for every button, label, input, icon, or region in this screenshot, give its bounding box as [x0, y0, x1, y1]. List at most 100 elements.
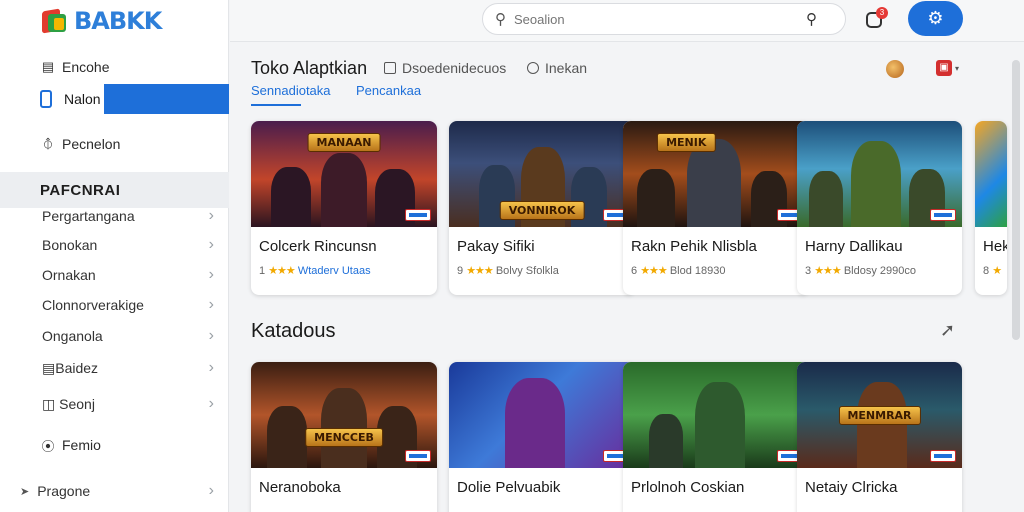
- active-indicator: [104, 84, 229, 114]
- search-input[interactable]: [514, 11, 774, 27]
- app-name: Netaiy Clricka: [805, 479, 898, 496]
- sidebar-section-header: PAFCNRAI: [0, 172, 229, 208]
- compass-icon: ⦽: [43, 136, 53, 151]
- app-card[interactable]: MENIK Rakn Pehik Nlisbla 6 ★★★ Blod 1893…: [623, 121, 809, 295]
- see-more-arrow-icon[interactable]: ➚: [940, 320, 955, 341]
- category-item[interactable]: Ornakan ›: [42, 266, 214, 284]
- game-logo: MANAAN: [307, 133, 381, 152]
- category-label: Clonnorverakige: [42, 297, 144, 313]
- rating-stars: ★: [992, 265, 1002, 277]
- rating-stars: ★★★: [466, 265, 494, 277]
- game-logo: MENCCEB: [305, 428, 383, 447]
- game-logo: MENMRAR: [838, 406, 921, 425]
- app-card[interactable]: MANAAN Colcerk Rincunsn 1 ★★★ Wtaderv Ut…: [251, 121, 437, 295]
- app-name: Prlolnoh Coskian: [631, 479, 745, 496]
- rating-stars: ★★★: [268, 265, 296, 277]
- category-label: Bonokan: [42, 237, 98, 253]
- app-meta: 6 ★★★ Blod 18930: [631, 265, 726, 277]
- app-thumbnail: [449, 362, 635, 468]
- rating-badge: [405, 209, 431, 221]
- circle-icon: [527, 62, 539, 74]
- category-label: ◫ Seonj: [42, 395, 95, 412]
- sidebar-item-pecnelon[interactable]: ⦽ Pecnelon: [40, 136, 121, 152]
- notification-badge: 3: [876, 7, 888, 19]
- logo-text: BABKK: [74, 7, 162, 35]
- list-icon: ▤: [42, 359, 56, 376]
- app-name: Harny Dallikau: [805, 238, 903, 255]
- scrollbar[interactable]: [1012, 60, 1020, 340]
- sidebar-item-femio[interactable]: ⦿ Femio: [40, 437, 101, 454]
- square-icon: [384, 62, 396, 74]
- sidebar-item-label: Nalon: [64, 91, 101, 107]
- app-name: Colcerk Rincunsn: [259, 238, 377, 255]
- sidebar-item-label: Encohe: [62, 59, 110, 75]
- app-thumbnail: MENIK: [623, 121, 809, 227]
- sidebar-item-label: Pecnelon: [62, 136, 121, 152]
- app-thumbnail: MENCCEB: [251, 362, 437, 468]
- rating-badge: [405, 450, 431, 462]
- rating-stars: ★★★: [814, 265, 842, 277]
- sidebar: BABKK ▤ Encohe Nalon ⦽ Pecnelon PAFCNRAI…: [0, 0, 229, 512]
- search-submit-icon[interactable]: ⚲: [806, 10, 817, 28]
- app-meta: 8 ★: [983, 265, 1002, 277]
- app-card[interactable]: Harny Dallikau 3 ★★★ Bldosy 2990co: [797, 121, 962, 295]
- category-item[interactable]: ▤Baidez ›: [42, 359, 214, 377]
- app-card[interactable]: Hek 8 ★: [975, 121, 1007, 295]
- sidebar-item-label: Femio: [62, 437, 101, 453]
- app-meta: 1 ★★★ Wtaderv Utaas: [259, 265, 371, 277]
- phone-icon: [40, 90, 52, 108]
- game-logo: MENIK: [657, 133, 716, 152]
- account-icon: ⚙: [927, 8, 944, 28]
- category-label: Ornakan: [42, 267, 96, 283]
- store-icon: ▤: [41, 59, 55, 74]
- chevron-right-icon: ›: [208, 482, 214, 499]
- chevron-right-icon: ›: [208, 296, 214, 313]
- category-label: ➤ Pragone: [20, 483, 91, 499]
- page-title: Toko Alaptkian: [251, 58, 368, 78]
- tab-pencankaa[interactable]: Pencankaa: [356, 83, 421, 98]
- app-card[interactable]: MENCCEB Neranoboka: [251, 362, 437, 512]
- book-icon: ◫: [42, 395, 60, 412]
- app-card[interactable]: MENMRAR Netaiy Clricka: [797, 362, 962, 512]
- app-card[interactable]: VONNIROK Pakay Sifiki 9 ★★★ Bolvy Sfolkl…: [449, 121, 635, 295]
- app-thumbnail: MANAAN: [251, 121, 437, 227]
- circle-icon: ⦿: [41, 438, 55, 454]
- rating-badge: [930, 209, 956, 221]
- app-thumbnail: [623, 362, 809, 468]
- category-item[interactable]: Pergartangana ›: [42, 207, 214, 225]
- search-icon: ⚲: [495, 11, 506, 28]
- app-thumbnail: [797, 121, 962, 227]
- search-bar[interactable]: ⚲ ⚲: [482, 3, 846, 35]
- chevron-right-icon: ›: [208, 236, 214, 253]
- chevron-right-icon: ›: [208, 266, 214, 283]
- app-logo[interactable]: BABKK: [40, 6, 162, 36]
- avatar[interactable]: [886, 60, 904, 78]
- category-label: ▤Baidez: [42, 359, 99, 376]
- toolbar-link-1[interactable]: Dsoedenidecuos: [384, 60, 506, 76]
- game-logo: VONNIROK: [499, 201, 585, 220]
- dropdown-icon[interactable]: ▾: [955, 64, 959, 73]
- arrow-icon: ➤: [20, 485, 30, 498]
- rating-badge: [930, 450, 956, 462]
- chevron-right-icon: ›: [208, 395, 214, 412]
- sidebar-item-encohe[interactable]: ▤ Encohe: [40, 59, 110, 75]
- tab-indicator: [251, 104, 301, 106]
- category-item[interactable]: Clonnorverakige ›: [42, 296, 214, 314]
- account-button[interactable]: ⚙: [908, 1, 963, 36]
- toolbar-link-2[interactable]: Inekan: [527, 60, 587, 76]
- app-card[interactable]: Dolie Pelvuabik: [449, 362, 635, 512]
- sidebar-item-nalon[interactable]: Nalon: [34, 84, 229, 114]
- app-card[interactable]: Prlolnoh Coskian: [623, 362, 809, 512]
- category-item[interactable]: ◫ Seonj ›: [42, 395, 214, 413]
- app-name: Hek: [983, 238, 1007, 255]
- gift-icon[interactable]: ▣: [936, 60, 952, 76]
- sidebar-item-pragone[interactable]: ➤ Pragone ›: [20, 482, 214, 500]
- tab-sennadiotaka[interactable]: Sennadiotaka: [251, 83, 331, 98]
- toolbar-label: Dsoedenidecuos: [402, 60, 507, 76]
- category-item[interactable]: Bonokan ›: [42, 236, 214, 254]
- notification-button[interactable]: 3: [864, 6, 888, 30]
- app-name: Dolie Pelvuabik: [457, 479, 561, 496]
- category-item[interactable]: Onganola ›: [42, 327, 214, 345]
- chevron-right-icon: ›: [208, 327, 214, 344]
- chevron-right-icon: ›: [208, 207, 214, 224]
